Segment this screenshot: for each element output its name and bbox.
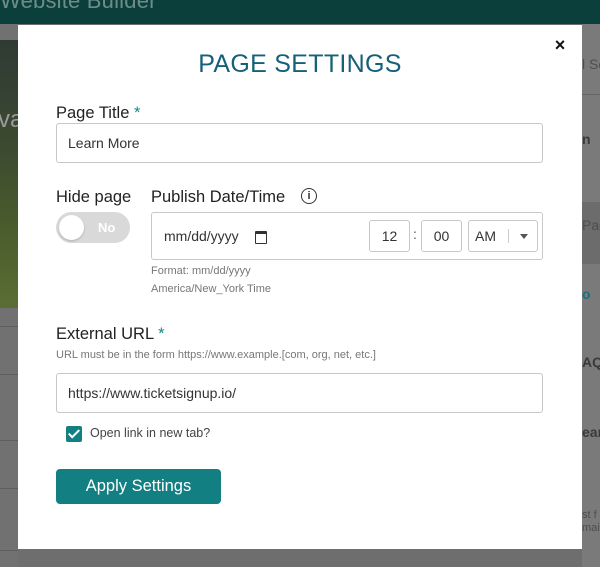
open-new-tab-label[interactable]: Open link in new tab?: [90, 426, 210, 440]
background-left-panel: va: [0, 24, 23, 567]
calendar-icon[interactable]: [255, 231, 267, 244]
apply-settings-button[interactable]: Apply Settings: [56, 469, 221, 504]
date-input[interactable]: mm/dd/yyyy: [164, 228, 239, 244]
required-mark: *: [158, 325, 165, 343]
background-right-panel: l Se n Pag o AQ ear st f mai: [582, 24, 600, 567]
background-text: l Se: [582, 56, 600, 72]
divider: [0, 326, 18, 327]
divider: [0, 374, 18, 375]
background-photo: [0, 40, 18, 308]
page-title-label-text: Page Title: [56, 104, 130, 122]
timezone-hint: America/New_York Time: [151, 283, 272, 295]
minute-input[interactable]: 00: [421, 220, 462, 252]
page-settings-modal: × PAGE SETTINGS Page Title * Hide page N…: [18, 25, 582, 549]
chevron-down-icon: [520, 234, 528, 239]
background-text: n: [582, 131, 591, 147]
background-text: st f: [582, 509, 597, 521]
divider: [0, 550, 18, 551]
modal-title: PAGE SETTINGS: [198, 50, 402, 78]
page-title-label: Page Title *: [56, 104, 140, 123]
external-url-label: External URL *: [56, 325, 165, 344]
page-title-input[interactable]: [56, 123, 543, 163]
background-text: Pag: [582, 217, 600, 233]
publish-datetime-label: Publish Date/Time: [151, 188, 286, 206]
background-text: AQ: [582, 354, 600, 370]
app-title: Website Builder: [0, 0, 157, 13]
open-new-tab-checkbox[interactable]: [66, 426, 82, 442]
hide-page-label: Hide page: [56, 188, 132, 206]
ampm-value: AM: [475, 228, 496, 244]
info-icon[interactable]: i: [301, 188, 317, 204]
divider: [582, 94, 600, 95]
date-format-hint: Format: mm/dd/yyyy: [151, 265, 251, 277]
background-shaded-row: [582, 202, 600, 264]
time-colon: :: [413, 226, 417, 242]
required-mark: *: [133, 104, 141, 122]
divider: [0, 440, 18, 441]
toggle-text: No: [98, 220, 116, 235]
app-header: Website Builder: [0, 0, 600, 24]
select-separator: [508, 229, 509, 243]
ampm-select[interactable]: AM: [468, 220, 538, 252]
external-url-hint: URL must be in the form https://www.exam…: [56, 349, 376, 361]
background-text: o: [582, 286, 591, 302]
hide-page-toggle[interactable]: No: [56, 212, 130, 243]
external-url-input[interactable]: [56, 373, 543, 413]
checkmark-icon: [67, 426, 81, 439]
hour-input[interactable]: 12: [369, 220, 410, 252]
publish-datetime-field: mm/dd/yyyy 12 : 00 AM: [151, 212, 543, 260]
background-text: mai: [582, 522, 600, 534]
toggle-knob: [59, 215, 84, 240]
external-url-label-text: External URL: [56, 325, 154, 343]
divider: [0, 488, 18, 489]
background-text: ear: [582, 424, 600, 440]
